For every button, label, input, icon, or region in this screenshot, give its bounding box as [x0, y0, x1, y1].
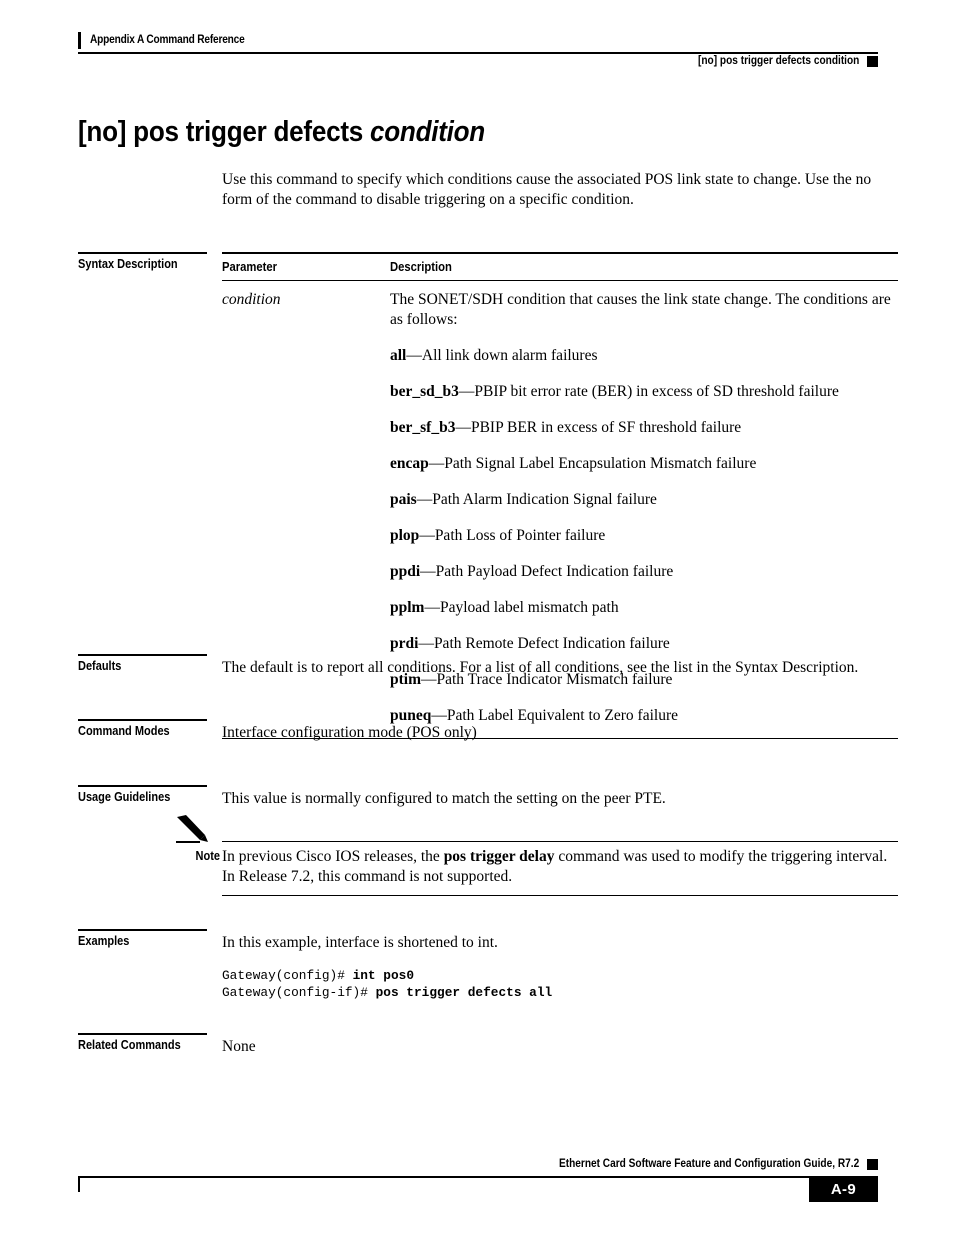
condition-term: ber_sd_b3	[390, 383, 459, 400]
section-label-syntax-description: Syntax Description	[78, 257, 178, 271]
section-label-examples: Examples	[78, 934, 130, 948]
header-appendix-label: Appendix A Command Reference	[90, 34, 245, 46]
examples-intro-text: In this example, interface is shortened …	[222, 934, 498, 951]
section-body-examples: In this example, interface is shortened …	[222, 929, 898, 1001]
section-body-command-modes: Interface configuration mode (POS only)	[222, 724, 477, 741]
code-prompt: Gateway(config-if)#	[222, 985, 376, 1000]
list-item: pais—Path Alarm Indication Signal failur…	[390, 490, 898, 510]
list-item: ber_sf_b3—PBIP BER in excess of SF thres…	[390, 418, 898, 438]
condition-term: prdi	[390, 635, 419, 652]
condition-term: ppdi	[390, 563, 421, 580]
condition-term: pplm	[390, 599, 425, 616]
section-label-related-commands: Related Commands	[78, 1038, 181, 1052]
list-item: ber_sd_b3—PBIP bit error rate (BER) in e…	[390, 382, 898, 402]
condition-text: —Payload label mismatch path	[424, 599, 619, 616]
footer-guide-title: Ethernet Card Software Feature and Confi…	[558, 1158, 859, 1170]
header-left-group: Appendix A Command Reference	[78, 30, 878, 50]
list-item: plop—Path Loss of Pointer failure	[390, 526, 898, 546]
condition-text: —All link down alarm failures	[406, 347, 598, 364]
header-left-tick-mark	[78, 31, 81, 49]
note-label: Note	[195, 849, 220, 863]
parameter-description-intro: The SONET/SDH condition that causes the …	[390, 291, 891, 328]
condition-term: all	[390, 347, 407, 364]
header-running-title: [no] pos trigger defects condition	[697, 55, 859, 67]
note-text-command: pos trigger delay	[443, 848, 555, 865]
code-block: Gateway(config)# int pos0 Gateway(config-…	[222, 967, 898, 1001]
command-description-paragraph: Use this command to specify which condit…	[222, 171, 872, 208]
note-text: In previous Cisco IOS releases, the pos …	[222, 847, 898, 887]
table-header-row: Parameter Description	[222, 254, 898, 280]
code-command: int pos0	[352, 968, 414, 983]
section-body-related-commands: None	[222, 1038, 256, 1055]
condition-text: —PBIP BER in excess of SF threshold fail…	[455, 419, 742, 436]
condition-text: —PBIP bit error rate (BER) in excess of …	[458, 383, 839, 400]
condition-text: —Path Remote Defect Indication failure	[418, 635, 670, 652]
column-header-parameter: Parameter	[222, 260, 278, 274]
condition-text: —Path Payload Defect Indication failure	[420, 563, 674, 580]
footer-black-square-marker	[867, 1158, 878, 1170]
note-bottom-rule	[222, 895, 898, 896]
section-body-defaults: The default is to report all conditions.…	[222, 659, 859, 676]
condition-term: plop	[390, 527, 420, 544]
column-header-description: Description	[390, 260, 452, 274]
list-item: all—All link down alarm failures	[390, 346, 898, 366]
page-number-badge: A-9	[808, 1178, 878, 1202]
condition-term: encap	[390, 455, 429, 472]
pencil-icon	[175, 815, 209, 844]
header-right-group: [no] pos trigger defects condition	[78, 55, 878, 67]
code-command: pos trigger defects all	[375, 985, 553, 1000]
header-divider-rule	[78, 52, 878, 54]
code-prompt: Gateway(config)#	[222, 968, 353, 983]
section-label-defaults: Defaults	[78, 659, 122, 673]
list-item: pplm—Payload label mismatch path	[390, 598, 898, 618]
page-header: Appendix A Command Reference [no] pos tr…	[78, 30, 878, 67]
note-text-before: In previous Cisco IOS releases, the	[222, 848, 444, 865]
header-black-square-marker	[867, 55, 878, 67]
condition-term: pais	[390, 491, 417, 508]
condition-text: —Path Alarm Indication Signal failure	[416, 491, 657, 508]
code-line: Gateway(config-if)# pos trigger defects …	[222, 984, 898, 1001]
note-top-rule	[222, 841, 898, 842]
document-page: Appendix A Command Reference [no] pos tr…	[0, 0, 954, 1235]
list-item: prdi—Path Remote Defect Indication failu…	[390, 634, 898, 654]
page-title-argument: condition	[369, 116, 485, 148]
footer-left-tick-mark	[78, 1176, 80, 1192]
section-label-usage-guidelines: Usage Guidelines	[78, 790, 171, 804]
condition-term: ber_sf_b3	[390, 419, 456, 436]
list-item: ppdi—Path Payload Defect Indication fail…	[390, 562, 898, 582]
page-footer: Ethernet Card Software Feature and Confi…	[78, 1155, 878, 1202]
section-body-usage-guidelines: This value is normally configured to mat…	[222, 790, 666, 807]
section-label-command-modes: Command Modes	[78, 724, 170, 738]
condition-text: —Path Loss of Pointer failure	[419, 527, 606, 544]
page-title-main: [no] pos trigger defects	[78, 116, 370, 148]
page-title: [no] pos trigger defects condition	[78, 116, 485, 149]
code-line: Gateway(config)# int pos0	[222, 967, 898, 984]
footer-divider-rule	[78, 1176, 878, 1178]
condition-text: —Path Signal Label Encapsulation Mismatc…	[428, 455, 757, 472]
list-item: encap—Path Signal Label Encapsulation Mi…	[390, 454, 898, 474]
footer-title-group: Ethernet Card Software Feature and Confi…	[78, 1155, 878, 1173]
